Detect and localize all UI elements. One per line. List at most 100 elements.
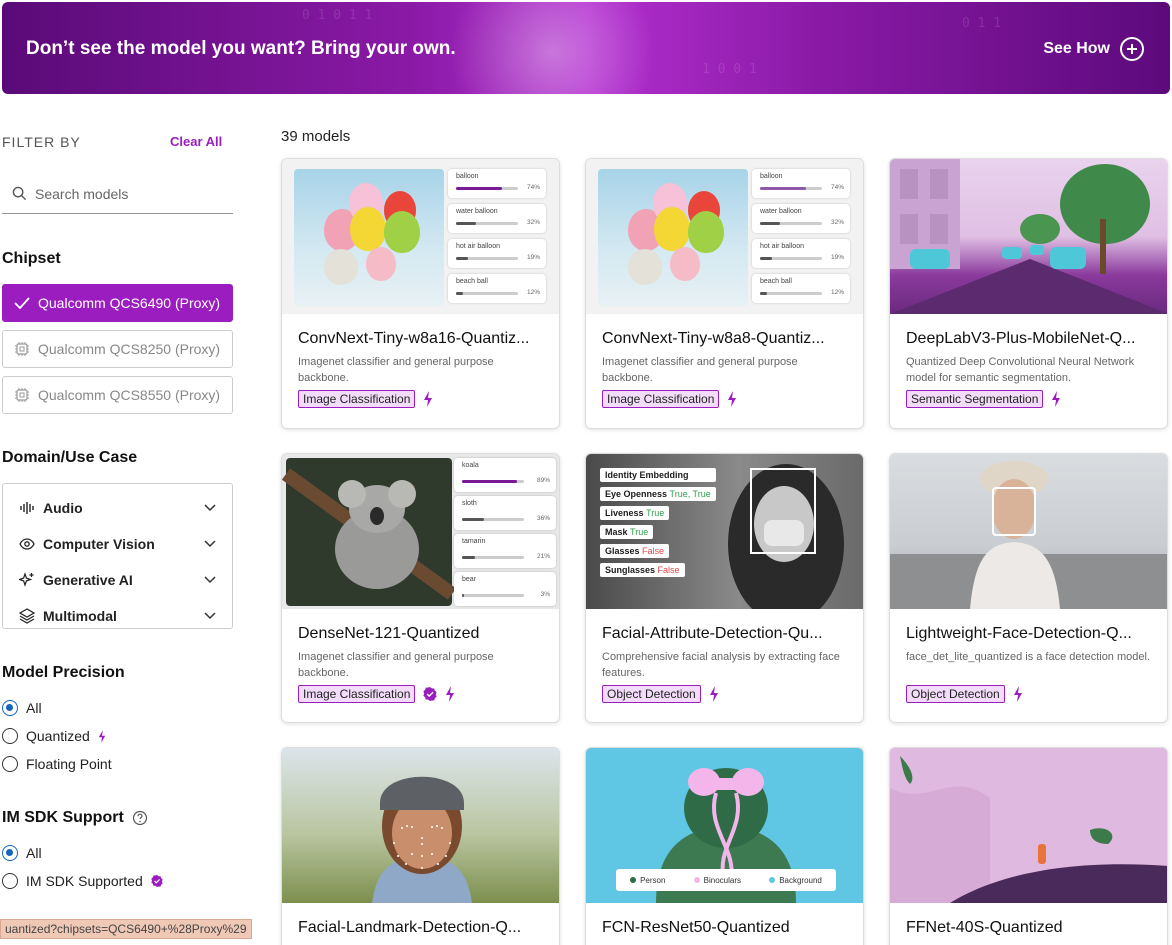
- lightning-icon: [709, 686, 718, 702]
- precision-option-floating-point[interactable]: Floating Point: [2, 756, 112, 772]
- model-card[interactable]: Identity Embedding Eye Openness True, Tr…: [585, 453, 864, 723]
- precision-option-all[interactable]: All: [2, 700, 42, 716]
- card-title[interactable]: Lightweight-Face-Detection-Q...: [906, 625, 1151, 643]
- chipset-option-qcs8250[interactable]: Qualcomm QCS8250 (Proxy): [2, 330, 233, 368]
- sdk-option-supported[interactable]: IM SDK Supported: [2, 873, 163, 889]
- category-tag[interactable]: Object Detection: [602, 685, 701, 703]
- prediction-row: balloon 74%: [448, 169, 546, 198]
- see-how-link[interactable]: See How: [1043, 37, 1144, 61]
- see-how-label: See How: [1043, 40, 1110, 57]
- search-input[interactable]: [35, 185, 225, 202]
- model-card[interactable]: balloon 74% water balloon 32% hot air ball…: [281, 158, 560, 429]
- card-title[interactable]: FCN-ResNet50-Quantized: [602, 919, 847, 937]
- prediction-label: balloon: [760, 173, 783, 180]
- category-tag[interactable]: Semantic Segmentation: [906, 390, 1044, 408]
- sdk-title-label: IM SDK Support: [2, 809, 124, 826]
- prediction-percent: 74%: [830, 184, 844, 191]
- prediction-label: beach ball: [760, 278, 792, 285]
- model-card[interactable]: DeepLabV3-Plus-MobileNet-Q... Quantized …: [889, 158, 1168, 429]
- clear-all-button[interactable]: Clear All: [170, 134, 222, 149]
- chevron-down-icon: [204, 576, 216, 584]
- card-title[interactable]: ConvNext-Tiny-w8a8-Quantiz...: [602, 330, 847, 348]
- prediction-percent: 3%: [540, 591, 550, 598]
- face-attribute-list: Identity Embedding Eye Openness True, Tr…: [600, 468, 716, 577]
- domain-list: Audio Computer Vision Generative AI Mult…: [2, 483, 233, 629]
- category-tag[interactable]: Image Classification: [602, 390, 720, 408]
- prediction-row: balloon 74%: [752, 169, 850, 198]
- card-title[interactable]: DeepLabV3-Plus-MobileNet-Q...: [906, 330, 1151, 348]
- prediction-label: tamarin: [462, 538, 486, 545]
- card-thumbnail: [282, 748, 559, 903]
- model-card[interactable]: Lightweight-Face-Detection-Q... face_det…: [889, 453, 1168, 723]
- model-card[interactable]: balloon 74% water balloon 32% hot air ball…: [585, 158, 864, 429]
- model-count: 39 models: [281, 128, 351, 145]
- prediction-label: water balloon: [760, 208, 802, 215]
- card-title[interactable]: Facial-Attribute-Detection-Qu...: [602, 625, 847, 643]
- prediction-row: beach ball 12%: [752, 274, 850, 303]
- prediction-percent: 21%: [536, 553, 550, 560]
- prediction-row: hot air balloon 19%: [752, 239, 850, 268]
- prediction-percent: 74%: [526, 184, 540, 191]
- card-thumbnail: [890, 159, 1167, 314]
- card-thumbnail: Identity Embedding Eye Openness True, Tr…: [586, 454, 863, 609]
- model-card[interactable]: Person Binoculars Background FCN-ResNet5…: [585, 747, 864, 945]
- precision-option-quantized[interactable]: Quantized: [2, 728, 106, 744]
- model-card[interactable]: koala 89% sloth 36% tamarin 21% bear 3% Dens…: [281, 453, 560, 723]
- domain-item-generative-ai[interactable]: Generative AI: [3, 562, 232, 598]
- prediction-row: water balloon 32%: [448, 204, 546, 233]
- radio-button[interactable]: [2, 756, 18, 772]
- waveform-icon: [20, 502, 34, 514]
- card-title[interactable]: ConvNext-Tiny-w8a16-Quantiz...: [298, 330, 543, 348]
- lightning-icon: [98, 729, 106, 743]
- card-title[interactable]: FFNet-40S-Quantized: [906, 919, 1151, 937]
- prediction-percent: 32%: [830, 219, 844, 226]
- sdk-option-all[interactable]: All: [2, 845, 42, 861]
- prediction-label: bear: [462, 576, 477, 583]
- face-attribute: Identity Embedding: [600, 468, 716, 482]
- sparkle-icon: [19, 572, 34, 587]
- status-url: uantized?chipsets=QCS6490+%28Proxy%29: [0, 919, 252, 939]
- prediction-label: koala: [462, 462, 479, 469]
- category-tag[interactable]: Image Classification: [298, 390, 416, 408]
- radio-button[interactable]: [2, 845, 18, 861]
- verified-badge-icon: [423, 687, 438, 701]
- lightning-icon: [728, 391, 737, 407]
- radio-label: All: [26, 700, 42, 716]
- legend-item: Person: [640, 875, 666, 885]
- prediction-row: tamarin 21%: [454, 534, 556, 568]
- domain-item-audio[interactable]: Audio: [3, 490, 232, 526]
- search-box: [2, 174, 233, 214]
- domain-label: Audio: [43, 500, 83, 516]
- domain-item-multimodal[interactable]: Multimodal: [3, 598, 232, 634]
- card-title[interactable]: DenseNet-121-Quantized: [298, 625, 543, 643]
- filter-by-label: FILTER BY: [2, 134, 81, 150]
- card-description: Comprehensive facial analysis by extract…: [602, 651, 840, 679]
- prediction-row: beach ball 12%: [448, 274, 546, 303]
- domain-item-computer-vision[interactable]: Computer Vision: [3, 526, 232, 562]
- prediction-percent: 19%: [830, 254, 844, 261]
- lightning-icon: [424, 391, 433, 407]
- chipset-option-qcs8550[interactable]: Qualcomm QCS8550 (Proxy): [2, 376, 233, 414]
- face-attribute: Liveness True: [600, 506, 670, 520]
- radio-button[interactable]: [2, 873, 18, 889]
- promo-banner: 0 1 0 1 1 1 0 0 1 0 1 1 Don’t see the mo…: [2, 2, 1170, 94]
- radio-label: IM SDK Supported: [26, 873, 143, 889]
- chipset-option-qcs6490[interactable]: Qualcomm QCS6490 (Proxy): [2, 284, 233, 322]
- radio-button[interactable]: [2, 728, 18, 744]
- legend-item: Binoculars: [703, 875, 741, 885]
- lightning-icon: [1013, 686, 1022, 702]
- chipset-label: Qualcomm QCS8550 (Proxy): [38, 387, 221, 403]
- domain-label: Computer Vision: [43, 536, 155, 552]
- radio-button[interactable]: [2, 700, 18, 716]
- model-card[interactable]: FFNet-40S-Quantized: [889, 747, 1168, 945]
- category-tag[interactable]: Image Classification: [298, 685, 416, 703]
- category-tag[interactable]: Object Detection: [906, 685, 1005, 703]
- help-icon[interactable]: [132, 810, 148, 826]
- model-card[interactable]: Facial-Landmark-Detection-Q...: [281, 747, 560, 945]
- lightning-icon: [1052, 391, 1061, 407]
- card-thumbnail: Person Binoculars Background: [586, 748, 863, 903]
- lightning-icon: [446, 686, 455, 702]
- card-title[interactable]: Facial-Landmark-Detection-Q...: [298, 919, 543, 937]
- check-icon: [14, 297, 30, 309]
- prediction-percent: 19%: [526, 254, 540, 261]
